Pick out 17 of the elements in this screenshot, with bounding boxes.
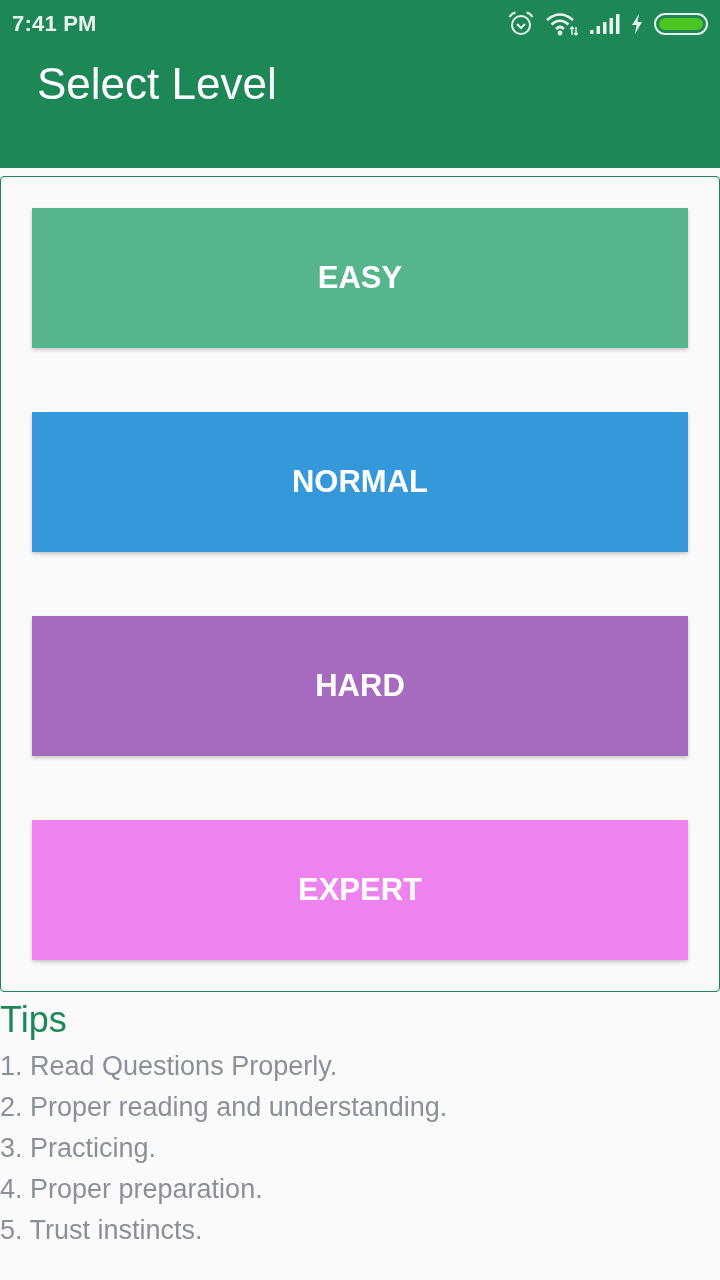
tip-text: 4. Proper preparation. xyxy=(0,1173,263,1206)
level-button[interactable]: HARD xyxy=(32,616,688,756)
tip-text: 2. Proper reading and understanding. xyxy=(0,1091,448,1124)
tip-text: 5. Trust instincts. xyxy=(0,1214,203,1247)
status-time: 7:41 PM xyxy=(12,11,97,37)
level-button[interactable]: EXPERT xyxy=(32,820,688,960)
tip-text: 1. Read Questions Properly. xyxy=(0,1050,338,1083)
level-button[interactable]: NORMAL xyxy=(32,412,688,552)
level-button[interactable]: EASY xyxy=(32,208,688,348)
wifi-icon xyxy=(546,12,578,36)
signal-bars-icon xyxy=(590,14,620,34)
battery-icon xyxy=(654,13,708,35)
screen-title: Select Level xyxy=(37,58,277,110)
tips-heading: Tips xyxy=(0,998,67,1042)
charging-bolt-icon xyxy=(632,14,642,34)
tip-text: 3. Practicing. xyxy=(0,1132,157,1165)
alarm-clock-icon xyxy=(508,11,534,37)
